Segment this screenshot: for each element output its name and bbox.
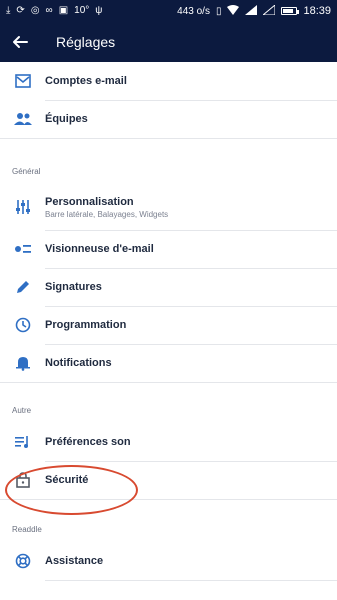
sliders-icon <box>14 198 32 216</box>
lifebuoy-icon <box>14 552 32 570</box>
clock-icon <box>14 316 32 334</box>
back-button[interactable] <box>0 22 40 62</box>
app-bar: Réglages <box>0 22 337 62</box>
menu-item-label: Programmation <box>45 319 127 331</box>
status-bar: ⤓ ⟳ ◎ ∞ ▣ 10° ψ 443 o/s ▯ 18:39 <box>0 0 337 22</box>
usb-icon: ψ <box>95 5 103 16</box>
menu-item-comptes-email[interactable]: Comptes e-mail <box>0 62 337 101</box>
battery-icon <box>281 7 300 15</box>
menu-item-programmation[interactable]: Programmation <box>0 306 337 345</box>
menu-item-label: Préférences son <box>45 436 131 448</box>
menu-item-assistance[interactable]: Assistance <box>0 542 337 581</box>
link-icon: ∞ <box>45 5 53 16</box>
section-header-autre: Autre <box>0 382 337 423</box>
status-bar-notifications: ⤓ ⟳ ◎ ∞ ▣ 10° ψ <box>6 6 102 16</box>
signal-icon <box>245 4 258 18</box>
menu-item-label: Visionneuse d'e-mail <box>45 243 154 255</box>
menu-item-label: Équipes <box>45 113 88 125</box>
highlight-ellipse <box>5 465 138 515</box>
sync-icon: ⟳ <box>16 5 25 16</box>
pencil-icon <box>14 278 32 296</box>
team-icon <box>14 110 32 128</box>
menu-item-visionneuse[interactable]: Visionneuse d'e-mail <box>0 230 337 269</box>
menu-item-preferences-son[interactable]: Préférences son <box>0 423 337 462</box>
page-title: Réglages <box>56 34 116 50</box>
network-speed: 443 o/s <box>177 5 210 17</box>
section-header-general: Général <box>0 138 337 184</box>
menu-item-label: Assistance <box>45 555 104 567</box>
menu-item-personnalisation[interactable]: Personnalisation Barre latérale, Balayag… <box>0 184 337 231</box>
signal-2-icon <box>262 3 276 18</box>
wifi-icon <box>227 4 240 18</box>
clock-time: 18:39 <box>303 5 331 17</box>
menu-item-sublabel: Barre latérale, Balayages, Widgets <box>45 209 169 219</box>
menu-item-label: Personnalisation <box>45 195 134 208</box>
menu-item-equipes[interactable]: Équipes <box>0 100 337 138</box>
download-icon: ⤓ <box>6 5 11 16</box>
sound-list-icon <box>14 433 32 451</box>
notification-icon: ◎ <box>30 5 40 16</box>
menu-item-label: Notifications <box>45 357 112 369</box>
bell-icon <box>14 354 32 372</box>
menu-item-label: Signatures <box>45 281 102 293</box>
menu-item-label: Comptes e-mail <box>45 75 127 87</box>
envelope-icon <box>14 72 32 90</box>
menu-item-notifications[interactable]: Notifications <box>0 344 337 382</box>
temperature-text: 10° <box>74 5 90 16</box>
arrow-left-icon <box>13 36 28 48</box>
email-viewer-icon <box>14 240 32 258</box>
image-icon: ▣ <box>58 5 69 16</box>
phone-icon: ▯ <box>215 5 222 17</box>
menu-item-signatures[interactable]: Signatures <box>0 268 337 307</box>
